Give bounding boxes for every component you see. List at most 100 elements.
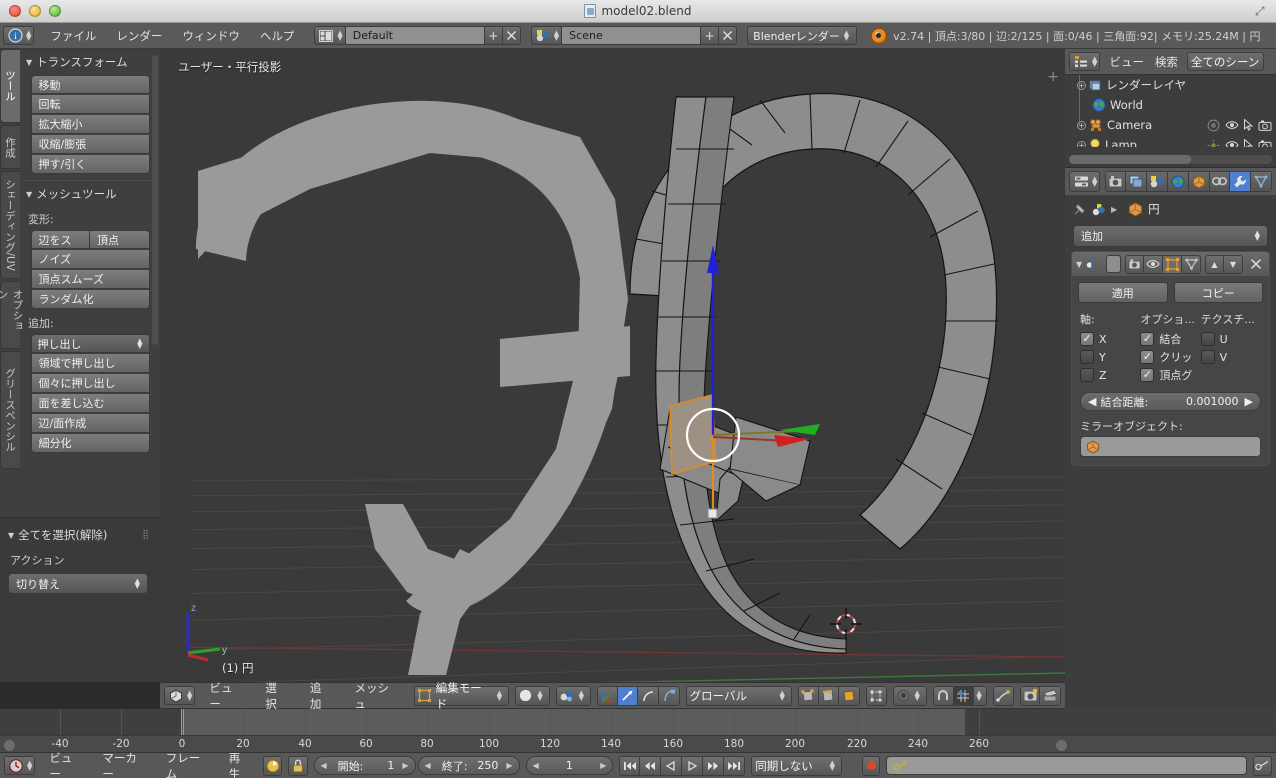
mirror-object-field[interactable] (1080, 436, 1261, 457)
vertex-select-icon[interactable] (797, 685, 819, 706)
scene-selector[interactable]: ▲ ▼ (530, 26, 563, 45)
auto-keyframe-button[interactable] (861, 755, 881, 776)
transform-rotate-button[interactable]: 回転 (30, 95, 150, 114)
tool-tab-grease-pencil[interactable]: グリースペンシル (0, 351, 20, 469)
camera-data-icon[interactable] (1207, 119, 1220, 132)
timeline-menu-view[interactable]: ビュー (41, 750, 88, 778)
modifier-name-field[interactable] (1106, 255, 1121, 273)
extrude-dropdown[interactable]: 押し出し ▲ ▼ (30, 334, 150, 353)
jump-to-start-button[interactable] (619, 755, 641, 776)
chevron-down-icon[interactable]: ▼ (1076, 260, 1082, 269)
menu-render[interactable]: レンダー (106, 26, 172, 46)
transform-scale-button[interactable]: 拡大縮小 (30, 115, 150, 134)
render-tab[interactable] (1105, 171, 1127, 192)
timeline-menu-playback[interactable]: 再生 (221, 750, 258, 778)
modifier-editmode-toggle-icon[interactable] (1163, 254, 1182, 274)
expand-icon[interactable]: + (1077, 80, 1086, 90)
visibility-eye-icon[interactable] (1225, 140, 1239, 147)
tool-tab-create[interactable]: 作成 (0, 125, 20, 169)
lock-time-icon[interactable] (288, 755, 308, 776)
object-tab[interactable] (1188, 171, 1210, 192)
option-vertexgroup-checkbox-cell[interactable]: ✓ 頂点グ (1140, 367, 1200, 383)
constraints-tab[interactable] (1209, 171, 1231, 192)
menu-file[interactable]: ファイル (40, 26, 106, 46)
texture-u-checkbox-cell[interactable]: U (1200, 332, 1261, 346)
noise-button[interactable]: ノイズ (30, 250, 150, 269)
editor-type-selector-3dview[interactable]: ▲ ▼ (164, 686, 196, 705)
transform-push-pull-button[interactable]: 押す/引く (30, 155, 150, 174)
option-vertexgroup-checkbox[interactable]: ✓ (1140, 368, 1155, 382)
outliner-row-camera[interactable]: + Camera (1065, 115, 1276, 135)
pivot-point-selector[interactable]: ▲ ▼ (555, 685, 591, 706)
menu-help[interactable]: ヘルプ (250, 26, 305, 46)
expand-icon[interactable]: + (1077, 120, 1086, 130)
scene-icon[interactable] (1092, 203, 1106, 216)
tool-tab-tools[interactable]: ツール (0, 49, 20, 123)
outliner-menu-search[interactable]: 検索 (1153, 54, 1180, 70)
increment-arrow-icon[interactable]: ▶ (402, 761, 408, 770)
decrement-arrow-icon[interactable]: ◀ (1088, 395, 1096, 408)
decrement-arrow-icon[interactable]: ◀ (425, 761, 431, 770)
option-clip-checkbox-cell[interactable]: ✓ クリッ (1140, 349, 1200, 365)
outliner-menu-view[interactable]: ビュー (1107, 54, 1146, 70)
tool-tab-options[interactable]: オプション (0, 281, 24, 349)
randomize-button[interactable]: ランダム化 (30, 290, 150, 309)
outliner-row-lamp[interactable]: + Lamp (1065, 135, 1276, 147)
interaction-mode-selector[interactable]: 編集モード ▲ ▼ (413, 681, 510, 711)
panel-grip-icon[interactable]: ⣿ (142, 530, 150, 540)
axis-y-checkbox-cell[interactable]: Y (1080, 350, 1140, 364)
delete-screen-layout-button[interactable] (501, 26, 521, 45)
tool-tab-shading-uv[interactable]: シェーディング/UV (0, 171, 20, 279)
selectable-cursor-icon[interactable] (1244, 139, 1253, 147)
render-image-icon[interactable] (1019, 685, 1041, 706)
play-reverse-button[interactable] (661, 755, 683, 776)
viewport-menu-view[interactable]: ビュー (201, 680, 251, 712)
inset-faces-button[interactable]: 面を差し込む (30, 394, 150, 413)
modifier-delete-button[interactable] (1247, 258, 1265, 270)
action-dropdown[interactable]: 切り替え ▲ ▼ (8, 573, 148, 594)
editor-type-selector-outliner[interactable]: ▲ ▼ (1069, 52, 1101, 71)
previous-keyframe-button[interactable] (640, 755, 662, 776)
scene-tab[interactable] (1147, 171, 1168, 192)
manipulator-enable-icon[interactable] (596, 685, 618, 706)
texture-v-checkbox-cell[interactable]: V (1200, 350, 1261, 364)
viewport-menu-select[interactable]: 選択 (257, 680, 296, 712)
timeline-track[interactable] (0, 709, 1276, 735)
world-tab[interactable] (1167, 171, 1189, 192)
render-engine-selector[interactable]: Blenderレンダー ▲ ▼ (747, 26, 858, 45)
editor-type-selector-properties[interactable]: ▲ ▼ (1069, 171, 1101, 192)
decrement-arrow-icon[interactable]: ◀ (321, 761, 327, 770)
option-merge-checkbox[interactable]: ✓ (1140, 332, 1155, 346)
auto-merge-icon[interactable] (993, 685, 1014, 706)
viewport-menu-add[interactable]: 追加 (302, 680, 341, 712)
transform-panel-header[interactable]: ▼ トランスフォーム (20, 49, 160, 74)
add-modifier-dropdown[interactable]: 追加 ▲ ▼ (1073, 225, 1268, 247)
editor-type-selector-info[interactable]: i ▲ ▼ (3, 26, 35, 45)
outliner-horizontal-scrollbar[interactable] (1069, 155, 1272, 164)
rotate-manipulator-icon[interactable] (638, 685, 659, 706)
object-data-tab[interactable] (1251, 171, 1272, 192)
mesh-tools-panel-header[interactable]: ▼ メッシュツール (20, 181, 160, 206)
modifier-tab[interactable] (1230, 171, 1252, 192)
tool-shelf-scrollbar[interactable] (152, 55, 158, 345)
end-frame-field[interactable]: ◀ 終了: 250 ▶ (417, 756, 520, 775)
jump-to-end-button[interactable] (724, 755, 746, 776)
screen-layout-selector[interactable]: ▲ ▼ (314, 26, 346, 45)
expand-icon[interactable]: + (1077, 140, 1086, 147)
edge-slide-button[interactable]: 辺をス (30, 230, 90, 249)
axis-x-checkbox[interactable]: ✓ (1080, 332, 1094, 346)
snap-mode-arrows[interactable]: ▲ ▼ (974, 685, 988, 706)
vertex-slide-button[interactable]: 頂点 (90, 230, 150, 249)
smooth-vertex-button[interactable]: 頂点スムーズ (30, 270, 150, 289)
active-keying-set-field[interactable] (886, 756, 1247, 775)
texture-u-checkbox[interactable] (1200, 332, 1215, 346)
edge-select-icon[interactable] (818, 685, 840, 706)
renderability-camera-icon[interactable] (1258, 140, 1272, 147)
viewport-shading-selector[interactable]: ▲ ▼ (515, 685, 550, 706)
snap-magnet-icon[interactable] (932, 685, 954, 706)
extrude-region-button[interactable]: 領域で押し出し (30, 354, 150, 373)
scene-name[interactable]: Scene (561, 26, 702, 45)
menu-window[interactable]: ウィンドウ (172, 26, 250, 46)
render-animation-icon[interactable] (1040, 685, 1061, 706)
outliner-row-renderlayer[interactable]: + レンダーレイヤ (1065, 75, 1276, 95)
